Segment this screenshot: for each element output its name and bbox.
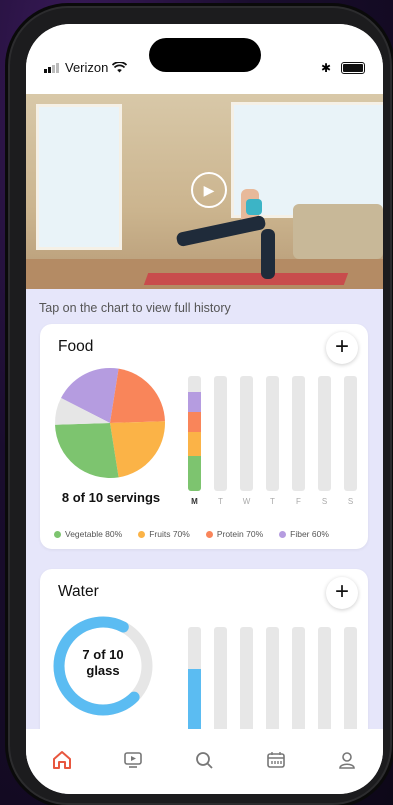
wifi-icon: [112, 62, 128, 73]
food-day-label: S: [347, 497, 354, 506]
hint-text: Tap on the chart to view full history: [39, 301, 231, 315]
home-icon[interactable]: [49, 747, 75, 773]
food-summary: 8 of 10 servings: [61, 490, 161, 505]
water-day-bar: [214, 627, 227, 732]
water-summary-unit: glass: [86, 663, 120, 678]
water-day-column[interactable]: [344, 627, 357, 732]
food-day-label: M: [191, 497, 198, 506]
status-bar: Verizon ✱: [26, 24, 383, 94]
water-day-bar: [266, 627, 279, 732]
food-bar-segment: [188, 432, 201, 456]
calendar-icon[interactable]: [263, 747, 289, 773]
sofa: [293, 204, 383, 259]
video-icon[interactable]: [120, 747, 146, 773]
water-day-column[interactable]: [266, 627, 279, 732]
legend-dot: [54, 530, 61, 538]
food-day-bar: [214, 376, 227, 491]
workout-video[interactable]: ▶: [26, 94, 383, 289]
food-bar-segment: [188, 456, 201, 491]
legend-label: Vegetable 80%: [65, 529, 123, 539]
mat: [143, 273, 349, 285]
water-summary: 7 of 10 glass: [52, 647, 154, 679]
food-day-bar: [240, 376, 253, 491]
water-day-bar: [344, 627, 357, 732]
legend-item: Fiber 60%: [279, 529, 329, 539]
food-day-column[interactable]: T: [266, 376, 279, 506]
food-day-column[interactable]: M: [188, 376, 201, 506]
food-bar-segment: [188, 412, 201, 432]
carrier-label: Verizon: [65, 60, 109, 75]
food-day-bar: [318, 376, 331, 491]
food-day-bar: [344, 376, 357, 491]
bluetooth-icon: ✱: [320, 61, 331, 75]
right-status: ✱: [321, 61, 365, 75]
battery-icon: [341, 62, 365, 74]
athlete-legs: [175, 214, 267, 248]
legend-item: Vegetable 80%: [54, 529, 122, 539]
athlete-leg: [261, 229, 275, 279]
food-legend: Vegetable 80% Fruits 70% Protein 70% Fiber …: [54, 529, 329, 539]
food-title: Food: [58, 338, 94, 355]
water-day-column[interactable]: [214, 627, 227, 732]
legend-dot: [138, 530, 146, 538]
pie-slice-vegetable: [55, 423, 119, 478]
food-day-label: T: [218, 497, 223, 506]
window: [36, 104, 122, 250]
water-title: Water: [58, 583, 99, 600]
food-day-bar: [266, 376, 279, 491]
dashboard: Tap on the chart to view full history Fo…: [26, 289, 383, 749]
water-day-column[interactable]: [292, 627, 305, 732]
food-card[interactable]: Food + 8 of 10 servings M T W T F S S Vegetabl…: [40, 324, 368, 549]
food-day-bar: [292, 376, 305, 491]
legend-label: Fruits 70%: [149, 529, 190, 539]
food-bar-segment: [188, 392, 201, 412]
water-bar-fill: [188, 669, 201, 732]
food-day-label: T: [270, 497, 275, 506]
food-day-column[interactable]: W: [240, 376, 253, 506]
screen: Verizon ✱ ▶ Tap on the chart to view ful…: [26, 24, 383, 794]
water-day-bar: [240, 627, 253, 732]
search-icon[interactable]: [191, 747, 217, 773]
food-day-column[interactable]: T: [214, 376, 227, 506]
food-day-bar: [188, 376, 201, 491]
legend-dot: [279, 530, 287, 538]
water-day-column[interactable]: [188, 627, 201, 732]
food-day-label: W: [242, 497, 251, 506]
water-day-bar: [318, 627, 331, 732]
tab-bar: [26, 729, 383, 794]
water-day-column[interactable]: [240, 627, 253, 732]
water-day-bar: [292, 627, 305, 732]
signal-icon: [44, 62, 59, 73]
add-water-button[interactable]: +: [326, 577, 358, 609]
water-summary-count: 7 of 10: [82, 647, 124, 662]
food-day-label: F: [296, 497, 301, 506]
phone-frame: Verizon ✱ ▶ Tap on the chart to view ful…: [10, 8, 390, 803]
add-food-button[interactable]: +: [326, 332, 358, 364]
legend-label: Protein 70%: [216, 529, 264, 539]
water-card[interactable]: Water + 7 of 10 glass: [40, 569, 368, 749]
profile-icon[interactable]: [334, 747, 360, 773]
food-day-column[interactable]: F: [292, 376, 305, 506]
food-pie-chart[interactable]: [54, 367, 166, 479]
food-day-column[interactable]: S: [318, 376, 331, 506]
dynamic-island: [149, 38, 261, 72]
food-day-label: S: [321, 497, 328, 506]
carrier: Verizon: [44, 60, 128, 75]
athlete-top: [246, 199, 262, 215]
water-day-column[interactable]: [318, 627, 331, 732]
legend-label: Fiber 60%: [290, 529, 329, 539]
legend-item: Protein 70%: [205, 529, 264, 539]
pie-slice-protein: [110, 368, 165, 423]
legend-dot: [205, 530, 213, 538]
play-icon[interactable]: ▶: [191, 172, 227, 208]
pie-slice-fruits: [110, 421, 165, 478]
water-day-bar: [188, 627, 201, 732]
legend-item: Fruits 70%: [138, 529, 190, 539]
water-week-chart[interactable]: [188, 627, 357, 732]
food-week-chart[interactable]: MTWTFSS: [188, 376, 357, 506]
food-day-column[interactable]: S: [344, 376, 357, 506]
